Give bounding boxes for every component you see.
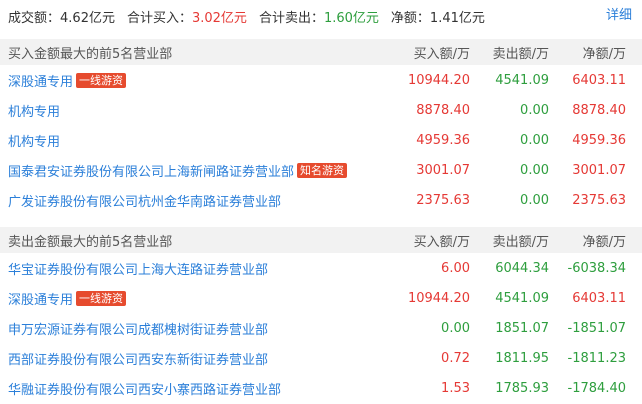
branch-name-link[interactable]: 华宝证券股份有限公司上海大连路证券营业部 bbox=[8, 259, 268, 278]
net-amount: -1784.40 bbox=[567, 380, 626, 396]
sell-amount: 0.00 bbox=[520, 192, 549, 208]
branch-name: 机构专用 bbox=[8, 104, 61, 120]
sell-amount: 1851.07 bbox=[495, 320, 549, 336]
branch-name: 机构专用 bbox=[8, 134, 61, 150]
branch-name-link[interactable]: 深股通专用 一线游资 bbox=[8, 71, 127, 90]
table-row: 机构专用 8878.40 0.00 8878.40 bbox=[0, 95, 642, 125]
column-header-net: 净额/万 bbox=[582, 46, 626, 62]
buy-amount: 8878.40 bbox=[416, 102, 470, 118]
detail-link[interactable]: 详细 bbox=[606, 0, 632, 32]
sell-amount: 4541.09 bbox=[495, 72, 549, 88]
turnover-summary: 成交额：4.62亿元 bbox=[8, 7, 115, 26]
table-row: 广发证券股份有限公司杭州金华南路证券营业部 2375.63 0.00 2375.63 bbox=[0, 185, 642, 215]
sell-amount: 4541.09 bbox=[495, 290, 549, 306]
branch-name: 申万宏源证券有限公司成都槐树街证券营业部 bbox=[8, 322, 269, 338]
buy-amount: 0.72 bbox=[441, 350, 470, 366]
table-row: 深股通专用 一线游资 10944.20 4541.09 6403.11 bbox=[0, 283, 642, 313]
total-sell-value: 1.60亿元 bbox=[323, 10, 379, 26]
total-buy-value: 3.02亿元 bbox=[191, 10, 247, 26]
turnover-label: 成交额： bbox=[8, 10, 61, 26]
branch-name: 华宝证券股份有限公司上海大连路证券营业部 bbox=[8, 262, 269, 278]
net-value: 1.41亿元 bbox=[429, 10, 485, 26]
trader-tag-badge: 知名游资 bbox=[297, 162, 348, 178]
buy-amount: 1.53 bbox=[441, 380, 470, 396]
column-header-buy: 买入额/万 bbox=[413, 46, 470, 62]
summary-bar: 成交额：4.62亿元 合计买入：3.02亿元 合计卖出：1.60亿元 净额：1.… bbox=[0, 0, 642, 32]
net-amount: -1811.23 bbox=[567, 350, 626, 366]
sell-section-header: 卖出金额最大的前5名营业部 买入额/万 卖出额/万 净额/万 bbox=[0, 227, 642, 253]
branch-name-link[interactable]: 广发证券股份有限公司杭州金华南路证券营业部 bbox=[8, 191, 281, 210]
sell-amount: 1811.95 bbox=[495, 350, 549, 366]
sell-section-title: 卖出金额最大的前5名营业部 bbox=[8, 234, 173, 250]
sell-amount: 0.00 bbox=[520, 102, 549, 118]
sell-amount: 0.00 bbox=[520, 132, 549, 148]
branch-name-link[interactable]: 机构专用 bbox=[8, 101, 60, 120]
buy-section-header: 买入金额最大的前5名营业部 买入额/万 卖出额/万 净额/万 bbox=[0, 39, 642, 65]
sell-amount: 6044.34 bbox=[495, 260, 549, 276]
branch-name: 广发证券股份有限公司杭州金华南路证券营业部 bbox=[8, 194, 282, 210]
net-amount: 6403.11 bbox=[572, 290, 626, 306]
turnover-value: 4.62亿元 bbox=[60, 10, 115, 26]
branch-name: 深股通专用 bbox=[8, 292, 74, 308]
total-buy-summary: 合计买入：3.02亿元 bbox=[127, 7, 247, 26]
net-amount: 4959.36 bbox=[572, 132, 626, 148]
branch-name-link[interactable]: 申万宏源证券有限公司成都槐树街证券营业部 bbox=[8, 319, 268, 338]
net-amount: 8878.40 bbox=[572, 102, 626, 118]
buy-amount: 0.00 bbox=[441, 320, 470, 336]
buy-section-title: 买入金额最大的前5名营业部 bbox=[8, 46, 173, 62]
branch-name-link[interactable]: 国泰君安证券股份有限公司上海新闸路证券营业部 知名游资 bbox=[8, 161, 348, 180]
sell-amount: 0.00 bbox=[520, 162, 549, 178]
column-header-net: 净额/万 bbox=[582, 234, 626, 250]
column-header-sell: 卖出额/万 bbox=[492, 46, 549, 62]
table-row: 深股通专用 一线游资 10944.20 4541.09 6403.11 bbox=[0, 65, 642, 95]
trader-tag-badge: 一线游资 bbox=[76, 290, 127, 306]
table-row: 国泰君安证券股份有限公司上海新闸路证券营业部 知名游资 3001.07 0.00 300… bbox=[0, 155, 642, 185]
buy-amount: 10944.20 bbox=[407, 72, 470, 88]
branch-name: 华融证券股份有限公司西安小寨西路证券营业部 bbox=[8, 382, 282, 398]
table-row: 华宝证券股份有限公司上海大连路证券营业部 6.00 6044.34 -6038.34 bbox=[0, 253, 642, 283]
buy-amount: 4959.36 bbox=[416, 132, 470, 148]
net-label: 净额： bbox=[390, 10, 430, 26]
branch-name-link[interactable]: 机构专用 bbox=[8, 131, 60, 150]
table-row: 西部证券股份有限公司西安东新街证券营业部 0.72 1811.95 -1811.23 bbox=[0, 343, 642, 373]
branch-name-link[interactable]: 西部证券股份有限公司西安东新街证券营业部 bbox=[8, 349, 268, 368]
branch-name: 国泰君安证券股份有限公司上海新闸路证券营业部 bbox=[8, 164, 295, 180]
branch-name: 西部证券股份有限公司西安东新街证券营业部 bbox=[8, 352, 269, 368]
table-row: 机构专用 4959.36 0.00 4959.36 bbox=[0, 125, 642, 155]
table-row: 申万宏源证券有限公司成都槐树街证券营业部 0.00 1851.07 -1851.07 bbox=[0, 313, 642, 343]
sell-amount: 1785.93 bbox=[495, 380, 549, 396]
buy-amount: 10944.20 bbox=[407, 290, 470, 306]
column-header-sell: 卖出额/万 bbox=[492, 234, 549, 250]
net-amount: 3001.07 bbox=[572, 162, 626, 178]
total-sell-label: 合计卖出： bbox=[258, 10, 324, 26]
net-summary: 净额：1.41亿元 bbox=[391, 7, 485, 26]
net-amount: -6038.34 bbox=[567, 260, 626, 276]
total-buy-label: 合计买入： bbox=[126, 10, 192, 26]
column-header-buy: 买入额/万 bbox=[413, 234, 470, 250]
total-sell-summary: 合计卖出：1.60亿元 bbox=[259, 7, 379, 26]
branch-name-link[interactable]: 华融证券股份有限公司西安小寨西路证券营业部 bbox=[8, 379, 281, 398]
trader-tag-badge: 一线游资 bbox=[76, 72, 127, 88]
branch-name-link[interactable]: 深股通专用 一线游资 bbox=[8, 289, 127, 308]
buy-amount: 6.00 bbox=[441, 260, 470, 276]
net-amount: -1851.07 bbox=[567, 320, 626, 336]
table-row: 华融证券股份有限公司西安小寨西路证券营业部 1.53 1785.93 -1784.40 bbox=[0, 373, 642, 403]
branch-name: 深股通专用 bbox=[8, 74, 74, 90]
buy-amount: 2375.63 bbox=[416, 192, 470, 208]
net-amount: 2375.63 bbox=[572, 192, 626, 208]
net-amount: 6403.11 bbox=[572, 72, 626, 88]
buy-amount: 3001.07 bbox=[416, 162, 470, 178]
